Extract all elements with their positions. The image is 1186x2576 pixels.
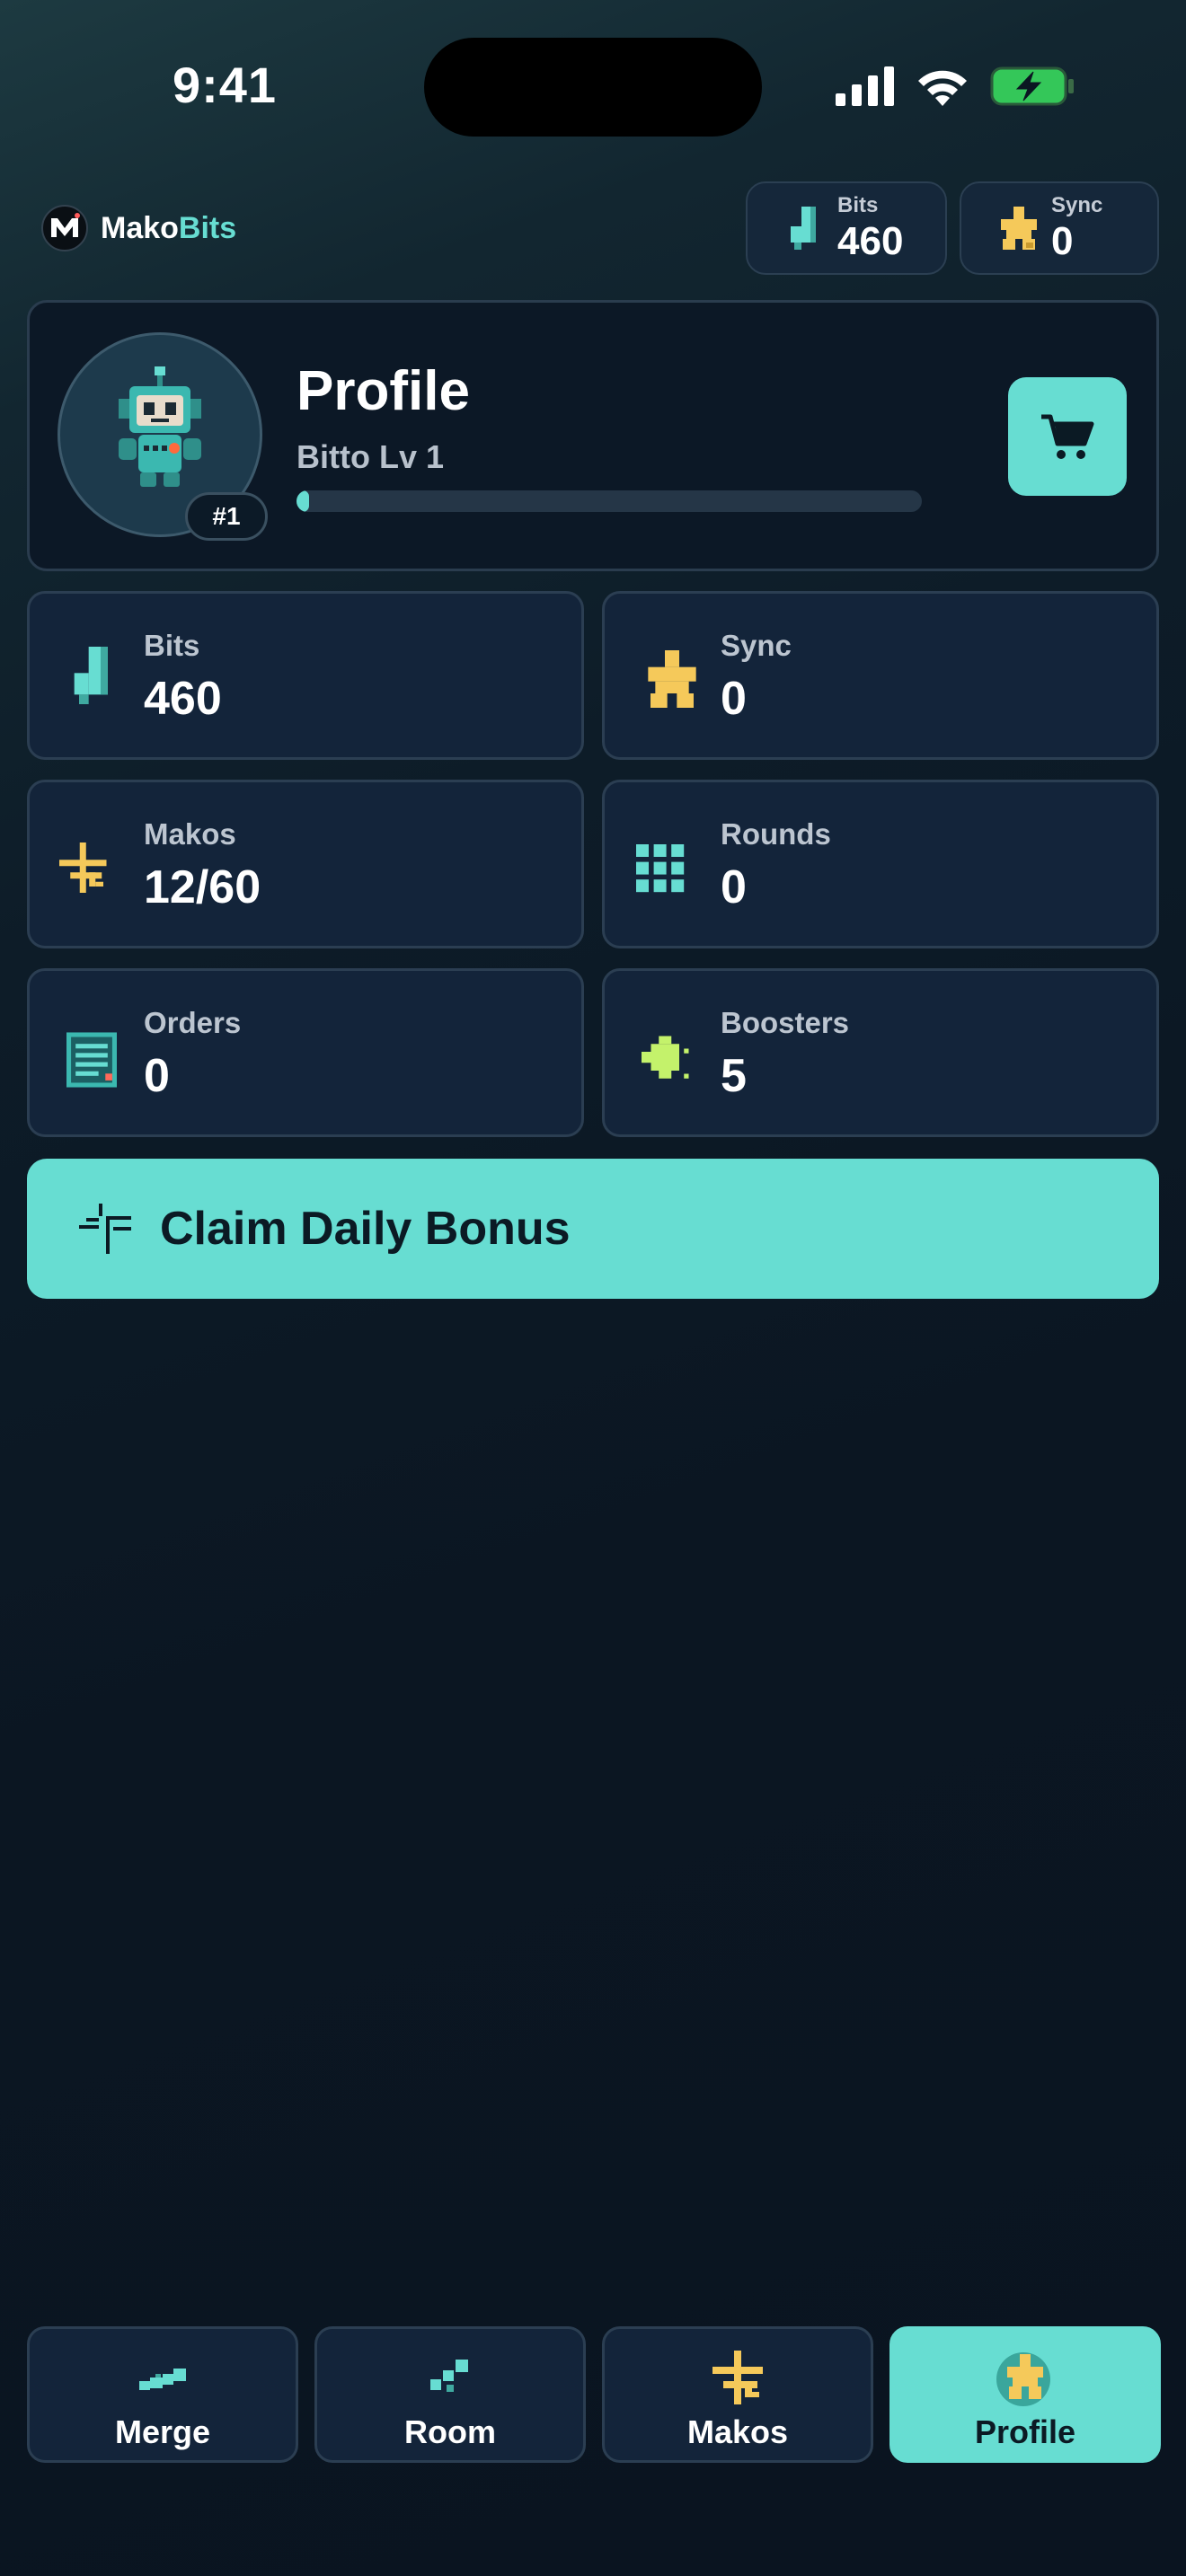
battery-icon <box>990 66 1074 106</box>
bits-icon <box>74 647 108 704</box>
robot-avatar-icon <box>119 366 201 487</box>
profile-level: Bitto Lv 1 <box>296 438 445 475</box>
claim-daily-bonus-label: Claim Daily Bonus <box>160 1203 571 1255</box>
rank-badge: #1 <box>185 492 268 541</box>
makos-icon <box>59 842 107 893</box>
rounds-icon <box>636 844 685 893</box>
profile-icon <box>996 2352 1050 2406</box>
status-time: 9:41 <box>172 57 278 113</box>
stat-value: 460 <box>144 673 222 725</box>
stat-label: Bits <box>144 629 200 662</box>
shop-cart-button[interactable] <box>1008 377 1127 496</box>
bonus-icon <box>79 1204 131 1254</box>
stat-value: 0 <box>721 673 747 725</box>
tab-label: Profile <box>974 2413 1076 2450</box>
sync-icon <box>1001 207 1037 250</box>
claim-daily-bonus-button[interactable]: Claim Daily Bonus <box>27 1159 1159 1299</box>
stat-value: 5 <box>721 1050 747 1102</box>
header-sync-label: Sync <box>1051 193 1103 217</box>
boosters-icon <box>642 1036 689 1079</box>
brand[interactable]: MakoBits <box>41 205 236 251</box>
stat-label: Makos <box>144 817 236 851</box>
tab-label: Room <box>404 2413 496 2450</box>
header-bits-value: 460 <box>837 219 904 263</box>
tab-room[interactable]: Room <box>314 2326 586 2463</box>
header-sync-pill[interactable]: Sync 0 <box>960 181 1159 275</box>
tab-merge[interactable]: Merge <box>27 2326 298 2463</box>
stat-tile-makos[interactable] <box>27 780 584 948</box>
xp-progress-bar <box>296 490 922 512</box>
signal-icon <box>836 66 894 106</box>
makos-icon <box>712 2351 763 2404</box>
stat-label: Sync <box>721 629 792 662</box>
stat-label: Rounds <box>721 817 831 851</box>
mako-logo-icon <box>41 205 88 251</box>
dynamic-island <box>424 38 762 137</box>
tab-makos[interactable]: Makos <box>602 2326 873 2463</box>
merge-icon <box>139 2369 186 2390</box>
header-bits-pill[interactable]: Bits 460 <box>746 181 947 275</box>
header-sync-value: 0 <box>1051 219 1074 263</box>
tab-label: Merge <box>114 2413 211 2450</box>
tab-label: Makos <box>686 2413 789 2450</box>
status-icons <box>836 63 1075 110</box>
orders-icon <box>66 1032 117 1088</box>
wifi-icon <box>918 70 967 106</box>
sync-icon <box>648 650 696 708</box>
bits-icon <box>791 207 816 250</box>
stat-value: 0 <box>721 861 747 913</box>
cart-icon <box>1041 414 1094 459</box>
stat-label: Orders <box>144 1006 242 1039</box>
stat-value: 12/60 <box>144 861 261 913</box>
stat-label: Boosters <box>721 1006 850 1039</box>
xp-progress-fill <box>296 490 309 512</box>
profile-title: Profile <box>296 360 470 422</box>
stat-value: 0 <box>144 1050 170 1102</box>
room-icon <box>430 2360 468 2392</box>
header-bits-label: Bits <box>837 193 879 217</box>
tab-profile[interactable]: Profile <box>890 2326 1161 2463</box>
brand-name: MakoBits <box>101 210 237 245</box>
